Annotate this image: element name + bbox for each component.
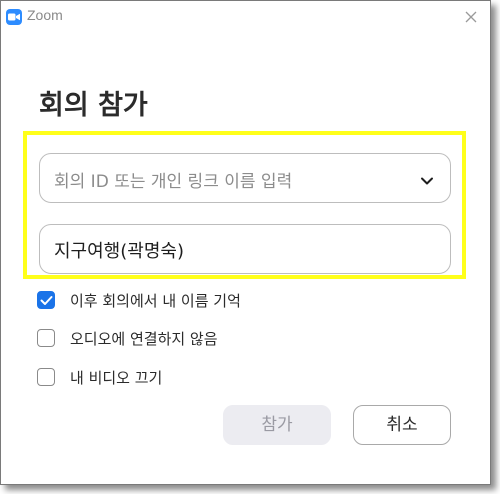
zoom-camera-icon xyxy=(6,9,22,25)
no-audio-label: 오디오에 연결하지 않음 xyxy=(70,330,218,348)
cancel-button[interactable]: 취소 xyxy=(353,405,451,445)
video-off-label: 내 비디오 끄기 xyxy=(70,369,163,387)
no-audio-checkbox[interactable] xyxy=(37,329,55,347)
close-icon xyxy=(465,11,477,23)
checkmark-icon xyxy=(40,296,53,305)
join-meeting-window: Zoom 회의 참가 회의 ID 또는 개인 링크 이름 입력 지구여행(곽명숙… xyxy=(0,0,491,485)
chevron-down-icon xyxy=(421,177,433,185)
meeting-id-combobox[interactable]: 회의 ID 또는 개인 링크 이름 입력 xyxy=(39,153,451,203)
title-bar[interactable]: Zoom xyxy=(1,1,490,31)
page-title: 회의 참가 xyxy=(39,90,148,121)
remember-name-checkbox[interactable] xyxy=(37,291,55,309)
video-off-checkbox[interactable] xyxy=(37,368,55,386)
meeting-id-dropdown-button[interactable] xyxy=(420,172,434,185)
join-button[interactable]: 참가 xyxy=(223,405,331,445)
name-input[interactable]: 지구여행(곽명숙) xyxy=(54,237,184,263)
meeting-id-input[interactable]: 회의 ID 또는 개인 링크 이름 입력 xyxy=(54,167,292,192)
app-title: Zoom xyxy=(27,7,63,23)
remember-name-label: 이후 회의에서 내 이름 기억 xyxy=(70,292,241,310)
close-button[interactable] xyxy=(461,7,481,27)
name-field[interactable]: 지구여행(곽명숙) xyxy=(39,224,451,274)
